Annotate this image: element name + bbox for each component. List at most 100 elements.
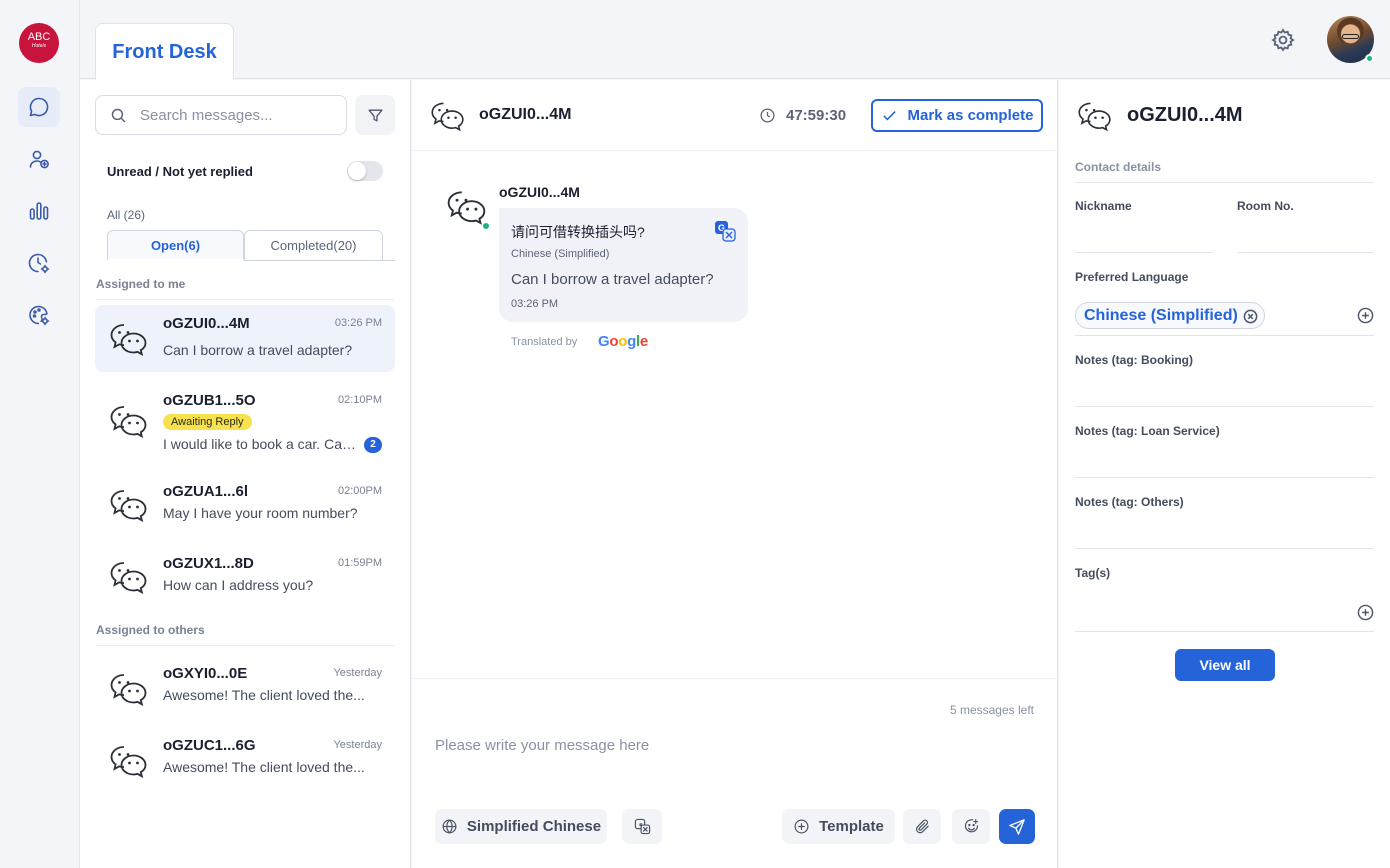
settings-button[interactable] <box>1270 27 1296 53</box>
close-circle-icon <box>1243 309 1258 324</box>
attach-button[interactable] <box>903 809 941 844</box>
language-select-button[interactable]: Simplified Chinese <box>435 809 607 844</box>
plus-circle-icon <box>1357 307 1374 324</box>
google-letter: o <box>618 333 628 350</box>
conversation-time: Yesterday <box>333 739 382 751</box>
all-conversations-count: All (26) <box>107 208 146 222</box>
online-status-indicator <box>1365 54 1374 63</box>
preferred-language-value: Chinese (Simplified) <box>1084 306 1238 324</box>
conversation-name: oGZUX1...8D <box>163 555 254 572</box>
wechat-icon <box>110 406 147 438</box>
google-letter: e <box>639 333 648 350</box>
tab-front-desk[interactable]: Front Desk <box>95 23 234 80</box>
google-letter: g <box>627 333 636 350</box>
google-letter: G <box>598 333 610 350</box>
nav-chat-button[interactable] <box>18 87 60 127</box>
add-tag-button[interactable] <box>1357 604 1374 621</box>
contact-name: oGZUI0...4M <box>1127 104 1243 126</box>
notes-loan-service-field[interactable] <box>1075 450 1374 474</box>
contact-details-panel: oGZUI0...4M Contact details Nickname Roo… <box>1059 80 1390 868</box>
gear-icon <box>1271 28 1295 52</box>
nav-customize-button[interactable] <box>18 295 60 335</box>
group-divider <box>96 299 394 300</box>
wechat-icon <box>110 324 147 356</box>
search-box <box>95 95 347 135</box>
conversation-time: 01:59PM <box>337 557 382 569</box>
room-number-field[interactable] <box>1237 226 1374 250</box>
chat-bubble-icon <box>29 97 49 117</box>
plus-circle-icon <box>794 819 809 834</box>
emoji-icon <box>964 819 978 833</box>
remove-language-button[interactable] <box>1243 309 1258 324</box>
divider <box>1075 252 1213 253</box>
nickname-field[interactable] <box>1075 226 1213 250</box>
conversation-snippet: I would like to book a car. Can you help… <box>163 436 361 452</box>
message-input[interactable] <box>435 730 1035 760</box>
conversation-item[interactable]: oGZUA1...6l 02:00PM May I have your room… <box>95 476 395 543</box>
search-input[interactable] <box>140 106 330 124</box>
filter-button[interactable] <box>355 95 395 135</box>
clock-icon <box>760 108 775 123</box>
brand-logo-subtext: Hotels <box>31 43 47 49</box>
nav-analytics-button[interactable] <box>18 191 60 231</box>
unread-filter-toggle[interactable] <box>347 161 383 181</box>
conversation-item[interactable]: oGZUI0...4M 03:26 PM Can I borrow a trav… <box>95 305 395 372</box>
divider <box>1075 548 1374 549</box>
contact-details-title: Contact details <box>1075 160 1162 174</box>
message-language: Chinese (Simplified) <box>511 248 610 260</box>
conversation-name: oGXYI0...0E <box>163 665 248 682</box>
response-timer: 47:59:30 <box>786 107 847 124</box>
send-button[interactable] <box>999 809 1035 844</box>
conversation-item[interactable]: oGXYI0...0E Yesterday Awesome! The clien… <box>95 660 395 727</box>
globe-icon <box>442 819 457 834</box>
conversation-time: Yesterday <box>333 667 382 679</box>
notes-others-field[interactable] <box>1075 521 1374 545</box>
group-label-assigned-to-me: Assigned to me <box>96 277 186 291</box>
top-bar: Front Desk <box>80 0 1390 80</box>
tab-open[interactable]: Open(6) <box>107 230 244 261</box>
composer-divider <box>412 678 1058 679</box>
clock-settings-icon <box>28 253 50 274</box>
conversation-item[interactable]: oGZUB1...5O 02:10PM Awaiting Reply I wou… <box>95 382 395 460</box>
conversation-snippet: May I have your room number? <box>163 505 358 521</box>
template-label: Template <box>819 818 884 835</box>
google-letter: o <box>609 333 619 350</box>
notes-booking-field[interactable] <box>1075 379 1374 403</box>
translated-by-label: Translated by <box>511 336 578 348</box>
divider <box>1075 335 1374 336</box>
translate-toggle-button[interactable] <box>622 809 662 844</box>
brand-logo[interactable]: ABC Hotels <box>19 23 59 63</box>
group-label-assigned-to-others: Assigned to others <box>96 623 205 637</box>
conversation-item[interactable]: oGZUC1...6G Yesterday Awesome! The clien… <box>95 732 395 799</box>
messages-left-counter: 5 messages left <box>949 703 1034 717</box>
template-button[interactable]: Template <box>782 809 895 844</box>
message-sender: oGZUI0...4M <box>499 184 580 200</box>
notes-loan-service-label: Notes (tag: Loan Service) <box>1075 424 1220 438</box>
sender-online-indicator <box>482 222 490 230</box>
tags-label: Tag(s) <box>1075 566 1111 580</box>
conversation-snippet: Awesome! The client loved the... <box>163 687 365 703</box>
nav-add-user-button[interactable] <box>18 139 60 179</box>
emoji-button[interactable] <box>952 809 990 844</box>
view-all-button[interactable]: View all <box>1175 649 1275 681</box>
tab-completed[interactable]: Completed(20) <box>244 230 383 261</box>
conversation-item[interactable]: oGZUX1...8D 01:59PM How can I address yo… <box>95 548 395 615</box>
wechat-icon <box>431 102 464 132</box>
chat-panel: oGZUI0...4M 47:59:30 Mark as complete oG… <box>412 80 1058 868</box>
conversation-snippet: Can I borrow a travel adapter? <box>163 342 353 358</box>
send-icon <box>1009 818 1025 835</box>
wechat-icon <box>110 746 147 778</box>
translate-icon[interactable]: G <box>714 220 736 242</box>
add-language-button[interactable] <box>1357 307 1374 324</box>
conversation-name: oGZUA1...6l <box>163 483 249 500</box>
conversation-name: oGZUB1...5O <box>163 392 256 409</box>
nav-schedule-button[interactable] <box>18 243 60 283</box>
conversation-name: oGZUI0...4M <box>163 315 250 332</box>
mark-complete-button[interactable]: Mark as complete <box>871 99 1043 132</box>
message-bubble: 请问可借转换插头吗? Chinese (Simplified) Can I bo… <box>499 208 748 322</box>
google-logo: Google <box>598 333 648 350</box>
wechat-icon <box>110 490 147 522</box>
divider <box>1075 477 1374 478</box>
paperclip-icon <box>915 819 929 834</box>
avatar-glasses <box>1342 34 1359 39</box>
